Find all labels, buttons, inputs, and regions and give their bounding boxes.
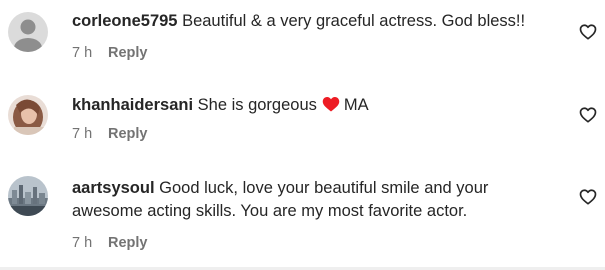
reply-button[interactable]: Reply <box>108 45 148 61</box>
profile-photo <box>8 95 48 135</box>
comment-text: khanhaidersani She is gorgeous MA <box>72 94 542 117</box>
comment-content: Beautiful & a very graceful actress. God… <box>182 12 526 30</box>
red-heart-icon <box>322 96 340 112</box>
avatar[interactable] <box>8 176 48 216</box>
username[interactable]: khanhaidersani <box>72 96 193 114</box>
comment-time: 7 h <box>72 235 93 251</box>
comment-text: corleone5795 Beautiful & a very graceful… <box>72 10 542 33</box>
like-button[interactable] <box>579 188 597 206</box>
reply-button[interactable]: Reply <box>108 235 148 251</box>
username[interactable]: corleone5795 <box>72 12 177 30</box>
comments-list: corleone5795 Beautiful & a very graceful… <box>0 0 605 270</box>
comment-time: 7 h <box>72 126 93 142</box>
comment-content: She is gorgeous <box>197 96 317 114</box>
comment-time: 7 h <box>72 45 93 61</box>
avatar[interactable] <box>8 95 48 135</box>
comment-text: aartsysoul Good luck, love your beautifu… <box>72 177 542 223</box>
comment-content-suffix: MA <box>343 96 369 114</box>
heart-outline-icon <box>579 24 597 40</box>
avatar[interactable] <box>8 12 48 52</box>
city-skyline-photo <box>8 176 48 216</box>
like-button[interactable] <box>579 106 597 124</box>
reply-button[interactable]: Reply <box>108 126 148 142</box>
default-avatar-icon <box>8 12 48 52</box>
heart-outline-icon <box>579 107 597 123</box>
username[interactable]: aartsysoul <box>72 179 155 197</box>
like-button[interactable] <box>579 23 597 41</box>
heart-outline-icon <box>579 189 597 205</box>
